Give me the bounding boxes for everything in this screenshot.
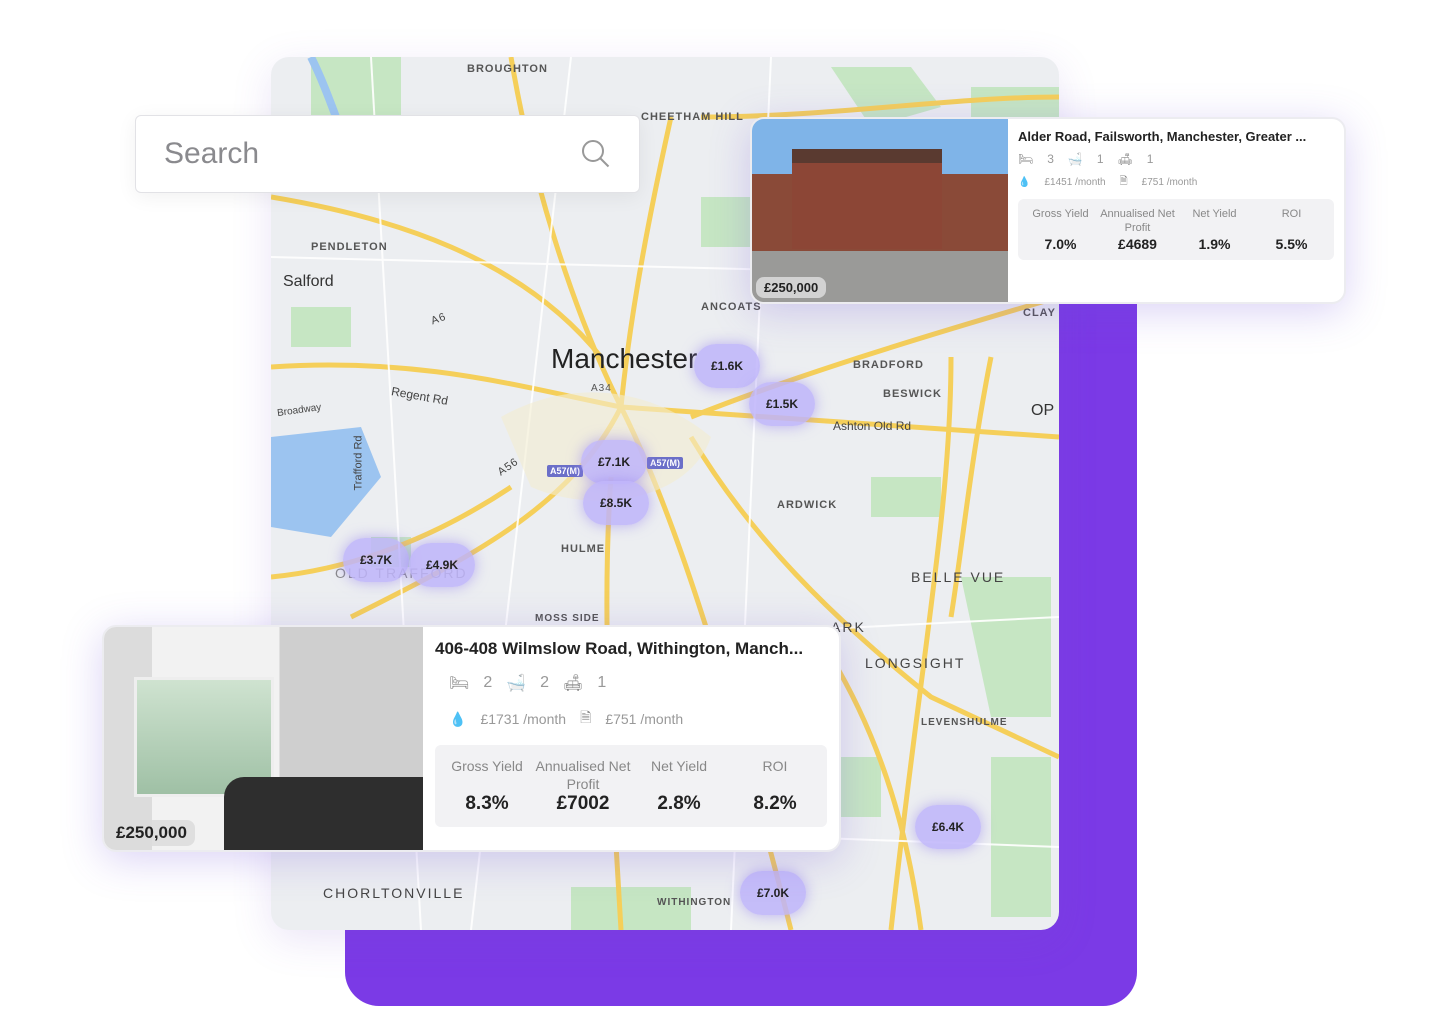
stat-label: Net Yield — [650, 758, 708, 774]
map-label: PENDLETON — [311, 241, 388, 253]
house-shape — [792, 149, 942, 249]
map-label: Salford — [283, 273, 334, 290]
map-label: WITHINGTON — [657, 897, 732, 908]
stat-value: £4689 — [1118, 235, 1157, 252]
map-label: BROUGHTON — [467, 63, 548, 75]
price-bubble[interactable]: £1.5K — [749, 382, 815, 426]
rent-value: £1451 /month — [1044, 177, 1106, 188]
road-shield: A57(M) — [647, 457, 684, 469]
stat-label: Gross Yield — [1032, 208, 1089, 220]
beds-count: 2 — [483, 674, 493, 691]
map-label: MOSS SIDE — [535, 613, 600, 624]
costs-value: £751 /month — [605, 711, 684, 727]
price-bubble[interactable]: £4.9K — [409, 543, 475, 587]
search-bar[interactable] — [135, 115, 640, 193]
map-label: A34 — [591, 383, 612, 394]
sofa-icon: 🛋 — [563, 675, 584, 692]
map-label: BRADFORD — [853, 359, 924, 371]
stat-label: Gross Yield — [451, 758, 523, 774]
bath-icon: 🛁 — [506, 675, 527, 692]
stats-panel: Gross Yield 8.3% Annualised Net Profit £70… — [435, 745, 827, 828]
map-label: BELLE VUE — [911, 569, 1006, 585]
stat-label: Annualised Net Profit — [535, 758, 631, 793]
rent-value: £1731 /month — [480, 711, 567, 727]
stat-value: 1.9% — [1198, 235, 1231, 252]
map-label: Trafford Rd — [352, 435, 365, 491]
costs-icon: 🗎 — [1119, 176, 1128, 187]
map-label: LONGSIGHT — [865, 655, 966, 671]
stat-value: 8.3% — [465, 793, 509, 815]
map-label: Ashton Old Rd — [833, 419, 912, 433]
map-label: Manchester — [551, 343, 698, 374]
property-card[interactable]: £250,000 406-408 Wilmslow Road, Withingt… — [102, 625, 841, 852]
stat-value: 5.5% — [1275, 235, 1308, 252]
map-label: OP — [1031, 402, 1055, 419]
map-label: CLAY — [1023, 307, 1056, 319]
road-shield: A57(M) — [547, 465, 584, 477]
reception-count: 1 — [597, 674, 607, 691]
baths-count: 2 — [540, 674, 550, 691]
bed-icon: 🛏 — [1018, 152, 1034, 166]
stats-panel: Gross Yield 7.0% Annualised Net Profit £46… — [1018, 199, 1334, 260]
price-tag: £250,000 — [108, 820, 195, 846]
price-bubble[interactable]: £7.1K — [581, 440, 647, 484]
price-tag: £250,000 — [756, 277, 827, 298]
bed-icon: 🛏 — [449, 675, 470, 692]
property-photo[interactable]: £250,000 — [752, 119, 1008, 302]
price-bubble[interactable]: £1.6K — [694, 344, 760, 388]
map-label: LEVENSHULME — [921, 717, 1008, 728]
price-bubble[interactable]: £3.7K — [343, 538, 409, 582]
price-bubble[interactable]: £7.0K — [740, 871, 806, 915]
search-icon[interactable] — [581, 139, 611, 169]
map-label: BESWICK — [883, 388, 942, 400]
property-title: 406-408 Wilmslow Road, Withington, Manch… — [435, 639, 804, 658]
price-bubble[interactable]: £8.5K — [583, 481, 649, 525]
stat-value: £7002 — [556, 793, 610, 815]
property-title: Alder Road, Failsworth, Manchester, Grea… — [1018, 129, 1307, 144]
price-bubble[interactable]: £6.4K — [915, 805, 981, 849]
stat-value: 7.0% — [1044, 235, 1077, 252]
property-photo[interactable]: £250,000 — [104, 627, 423, 850]
costs-icon: 🗎 — [580, 709, 592, 725]
stat-label: Annualised Net Profit — [1100, 208, 1175, 235]
property-card[interactable]: £250,000 Alder Road, Failsworth, Manches… — [750, 117, 1346, 304]
map-label: CHEETHAM HILL — [641, 111, 744, 123]
bath-icon: 🛁 — [1067, 152, 1083, 166]
sofa-icon: 🛋 — [1117, 152, 1133, 166]
stat-value: 2.8% — [657, 793, 701, 815]
rent-icon: 💧 — [1018, 177, 1031, 188]
rent-icon: 💧 — [449, 710, 467, 727]
map-label: CHORLTONVILLE — [323, 885, 465, 901]
beds-count: 3 — [1047, 152, 1054, 166]
stat-label: ROI — [762, 758, 788, 774]
baths-count: 1 — [1096, 152, 1104, 166]
stat-value: 8.2% — [753, 793, 797, 815]
stat-label: ROI — [1281, 208, 1302, 220]
map-label: ANCOATS — [701, 301, 762, 313]
reception-count: 1 — [1146, 152, 1154, 166]
search-input[interactable] — [164, 137, 581, 171]
sofa-shape — [224, 777, 423, 850]
map-label: HULME — [561, 543, 606, 555]
stat-label: Net Yield — [1192, 208, 1237, 220]
map-label: ARDWICK — [777, 499, 838, 511]
costs-value: £751 /month — [1141, 177, 1198, 188]
